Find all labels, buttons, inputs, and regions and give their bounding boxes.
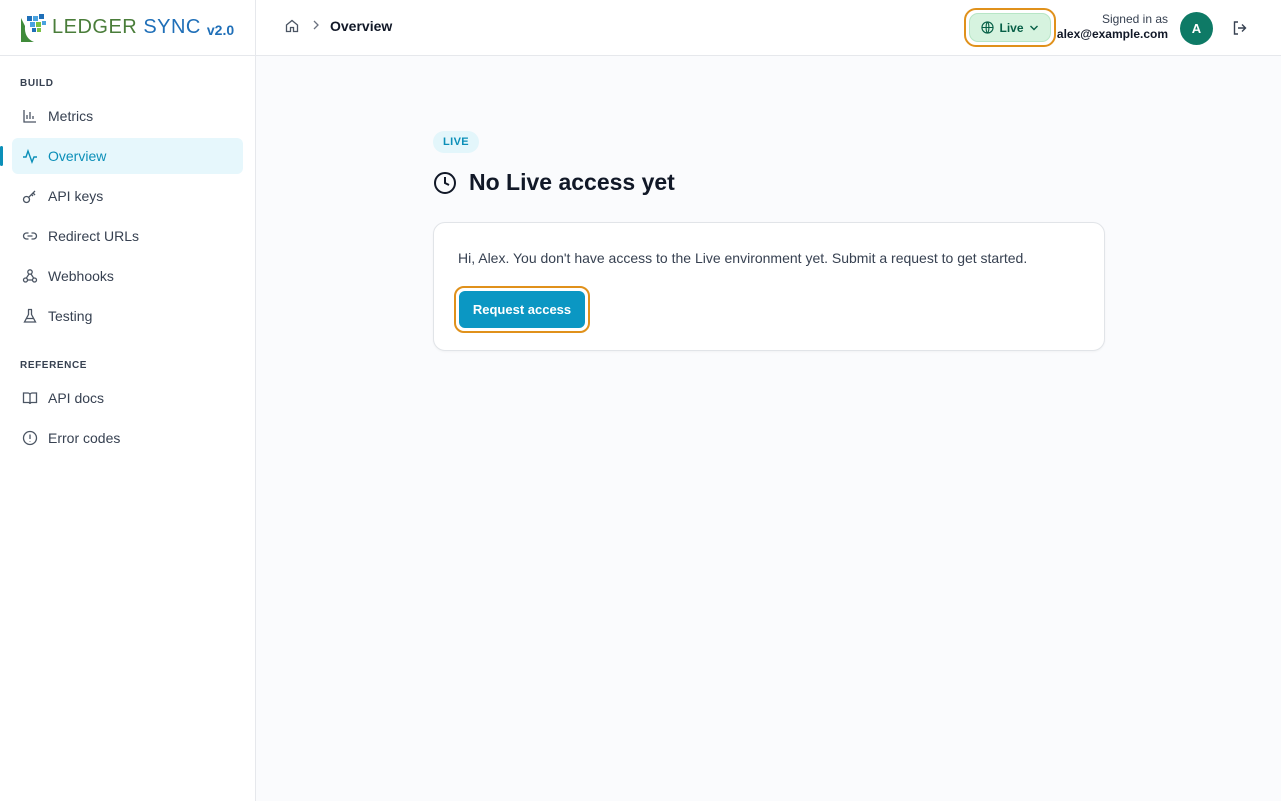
sidebar-item-overview[interactable]: Overview (0, 138, 243, 174)
book-icon (22, 390, 38, 406)
flask-icon (22, 308, 38, 324)
section-label-build: BUILD (20, 78, 54, 89)
webhook-icon (22, 268, 38, 284)
section-label-reference: REFERENCE (20, 360, 88, 371)
sidebar-item-label: Overview (48, 148, 107, 164)
brand-version: v2.0 (206, 21, 235, 38)
avatar[interactable]: A (1180, 12, 1213, 45)
user-email: alex@example.com (1056, 27, 1168, 41)
main-content: LIVE No Live access yet Hi, Alex. You do… (433, 131, 1105, 351)
topbar: Overview Live Signed in as alex@example.… (256, 0, 1281, 56)
nav-reference: API docs Error codes (12, 380, 243, 460)
breadcrumb-current: Overview (330, 18, 393, 34)
sidebar-item-label: Testing (48, 308, 93, 324)
link-icon (22, 228, 38, 244)
page-title-text: No Live access yet (469, 169, 675, 195)
sidebar-item-label: Error codes (48, 430, 121, 446)
request-access-button[interactable]: Request access (459, 291, 585, 328)
activity-icon (22, 148, 38, 164)
signed-in-label: Signed in as (1101, 12, 1168, 26)
brand-logo[interactable]: LEDGER SYNC v2.0 (0, 0, 255, 56)
ledger-sync-logo-icon (18, 12, 48, 44)
sidebar-item-label: API keys (48, 188, 104, 204)
environment-label: Live (999, 20, 1024, 35)
breadcrumb: Overview (284, 18, 392, 34)
nav-build: Metrics Overview API keys Redirect URLs … (0, 98, 243, 338)
sidebar-item-label: Webhooks (48, 268, 114, 284)
page-title: No Live access yet (433, 169, 1105, 196)
sidebar-item-redirect-urls[interactable]: Redirect URLs (12, 218, 243, 254)
sidebar: LEDGER SYNC v2.0 BUILD Metrics Overview … (0, 0, 256, 801)
sidebar-item-api-docs[interactable]: API docs (12, 380, 243, 416)
bar-chart-icon (22, 108, 38, 124)
sidebar-item-webhooks[interactable]: Webhooks (12, 258, 243, 294)
sidebar-item-label: Metrics (48, 108, 94, 124)
sidebar-item-label: Redirect URLs (48, 228, 140, 244)
request-access-highlight: Request access (454, 286, 590, 333)
access-card: Hi, Alex. You don't have access to the L… (433, 222, 1105, 351)
environment-pill: LIVE (433, 131, 480, 153)
chevron-down-icon (1029, 25, 1038, 30)
sidebar-item-metrics[interactable]: Metrics (12, 98, 243, 134)
clock-icon (433, 171, 457, 195)
logout-icon[interactable] (1231, 19, 1249, 37)
environment-selector[interactable]: Live (969, 13, 1051, 42)
brand-name-sync: SYNC (143, 16, 201, 38)
home-icon[interactable] (284, 18, 300, 34)
alert-circle-icon (22, 430, 38, 446)
chevron-right-icon (312, 19, 320, 33)
signed-in-info: Signed in as alex@example.com (1048, 12, 1168, 42)
key-icon (22, 188, 38, 204)
sidebar-item-label: API docs (48, 390, 105, 406)
sidebar-item-error-codes[interactable]: Error codes (12, 420, 243, 456)
environment-selector-highlight: Live (964, 8, 1056, 47)
access-message: Hi, Alex. You don't have access to the L… (458, 250, 1028, 266)
globe-icon (981, 21, 995, 34)
sidebar-item-testing[interactable]: Testing (12, 298, 243, 334)
sidebar-item-api-keys[interactable]: API keys (12, 178, 243, 214)
brand-name-ledger: LEDGER (52, 16, 138, 38)
